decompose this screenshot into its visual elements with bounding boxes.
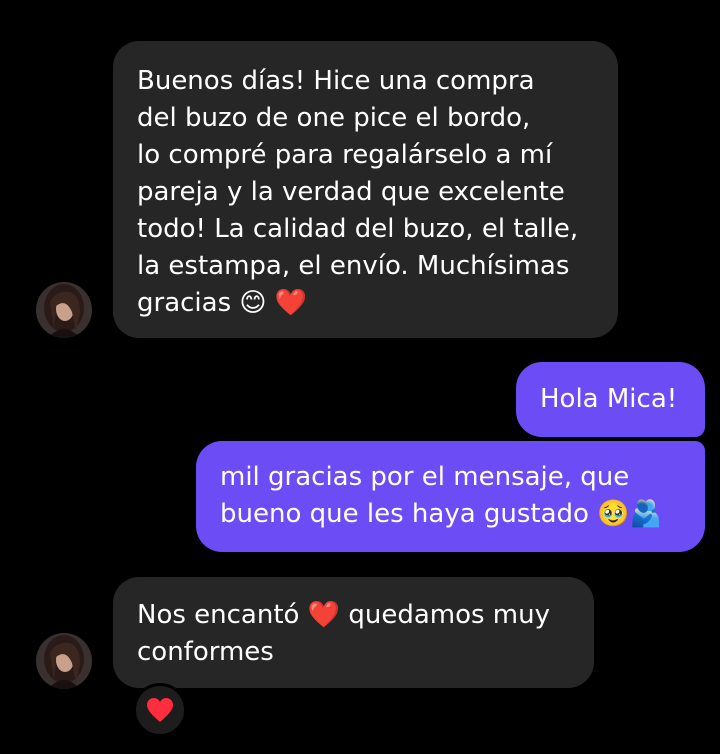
incoming-message-bubble[interactable]: Nos encantó ❤️ quedamos muy conformes (113, 577, 594, 688)
contact-avatar[interactable] (36, 633, 92, 689)
outgoing-message-bubble[interactable]: mil gracias por el mensaje, que bueno qu… (196, 441, 705, 552)
contact-avatar[interactable] (36, 282, 92, 338)
red-heart-icon (147, 698, 173, 722)
outgoing-message-bubble[interactable]: Hola Mica! (516, 362, 705, 437)
message-reaction[interactable]: ❤️ (133, 683, 187, 737)
incoming-message-bubble[interactable]: Buenos días! Hice una compra del buzo de… (113, 41, 618, 338)
avatar-photo-icon (36, 633, 92, 689)
avatar-photo-icon (36, 282, 92, 338)
